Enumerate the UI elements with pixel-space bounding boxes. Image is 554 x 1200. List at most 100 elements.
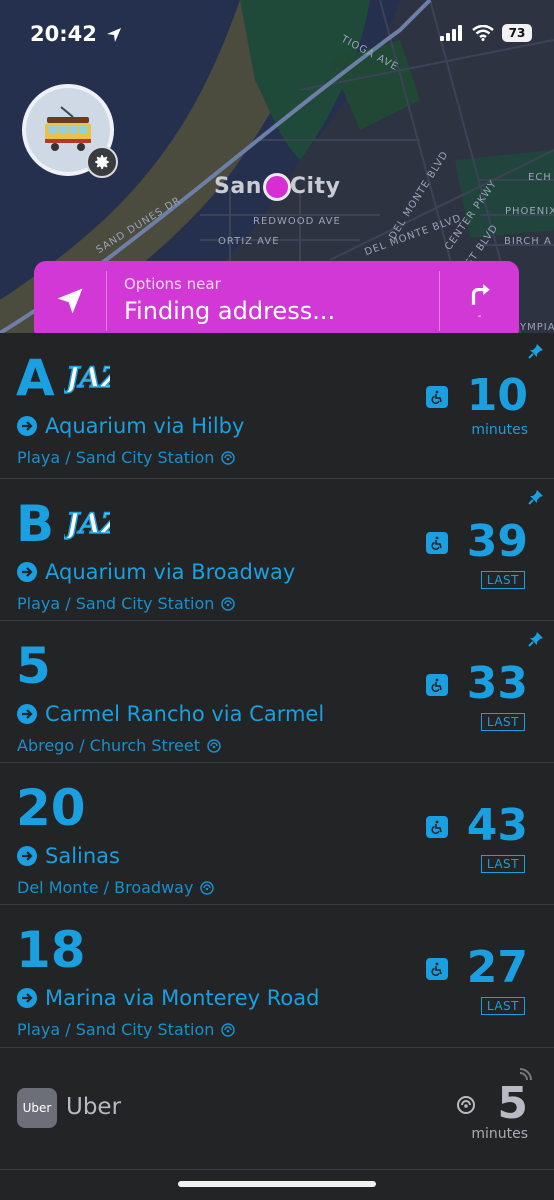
pin-icon[interactable] bbox=[528, 631, 544, 647]
pin-icon[interactable] bbox=[528, 489, 544, 505]
route-number: 5 bbox=[16, 637, 51, 695]
departure-time: 39 LAST bbox=[408, 516, 528, 596]
status-time-text: 20:42 bbox=[30, 22, 97, 46]
minutes-unit: minutes bbox=[471, 422, 528, 438]
minutes-value: 33 bbox=[466, 658, 528, 709]
location-arrow-icon bbox=[107, 28, 122, 42]
route-row[interactable]: 18 Marina via Monterey Road Playa / Sand C… bbox=[0, 905, 554, 1048]
arrow-right-icon bbox=[17, 846, 37, 866]
banner-divider bbox=[106, 271, 107, 331]
destination-text: Aquarium via Broadway bbox=[45, 560, 296, 584]
realtime-icon bbox=[200, 880, 215, 895]
uber-eta: 5 bbox=[497, 1078, 528, 1129]
route-stop: Playa / Sand City Station bbox=[17, 1020, 236, 1039]
route-destination: Salinas bbox=[17, 844, 120, 868]
route-row[interactable]: A JAZZ Aquarium via Hilby Playa / Sand City… bbox=[0, 333, 554, 479]
route-stop: Abrego / Church Street bbox=[17, 736, 222, 755]
last-badge: LAST bbox=[480, 855, 525, 873]
street-label: PHOENIX bbox=[505, 206, 554, 217]
street-label: YMPIA bbox=[520, 322, 554, 333]
last-badge: LAST bbox=[480, 997, 525, 1015]
jazz-logo: JAZZ bbox=[64, 506, 110, 541]
route-stop: Playa / Sand City Station bbox=[17, 594, 236, 613]
route-destination: Marina via Monterey Road bbox=[17, 986, 319, 1010]
realtime-icon bbox=[207, 738, 221, 753]
route-row[interactable]: 20 Salinas Del Monte / Broadway 43 LAST bbox=[0, 763, 554, 905]
street-label: ECH bbox=[528, 172, 552, 183]
route-number: B bbox=[16, 495, 55, 553]
realtime-icon bbox=[457, 1096, 475, 1114]
svg-text:JAZZ: JAZZ bbox=[64, 507, 110, 540]
wheelchair-icon bbox=[426, 674, 448, 696]
departure-time: 43 LAST bbox=[408, 800, 528, 880]
departure-time: 10 minutes bbox=[408, 370, 528, 450]
stop-text: Del Monte / Broadway bbox=[17, 878, 194, 897]
last-badge: LAST bbox=[480, 713, 525, 731]
route-row[interactable]: B JAZZ Aquarium via Broadway Playa / Sand C… bbox=[0, 479, 554, 621]
wheelchair-icon bbox=[426, 958, 448, 980]
stop-text: Playa / Sand City Station bbox=[17, 448, 215, 467]
gear-icon bbox=[95, 155, 109, 169]
options-near-label: Options near bbox=[124, 275, 221, 293]
status-time: 20:42 bbox=[30, 22, 122, 46]
route-number: 18 bbox=[16, 921, 86, 979]
route-destination: Aquarium via Broadway bbox=[17, 560, 295, 584]
uber-logo: Uber bbox=[17, 1088, 57, 1128]
locate-button[interactable] bbox=[34, 261, 106, 341]
stop-text: Playa / Sand City Station bbox=[17, 1020, 215, 1039]
route-destination: Aquarium via Hilby bbox=[17, 414, 244, 438]
wheelchair-icon bbox=[426, 386, 448, 408]
street-label: REDWOOD AVE bbox=[253, 216, 341, 227]
trolley-icon bbox=[45, 106, 91, 151]
minutes-value: 43 bbox=[466, 800, 528, 851]
pin-icon[interactable] bbox=[528, 343, 544, 359]
arrow-right-icon bbox=[17, 988, 37, 1008]
navigation-arrow-icon bbox=[57, 288, 83, 314]
home-indicator[interactable] bbox=[178, 1181, 376, 1187]
options-near-banner[interactable]: Options near Finding address... - bbox=[34, 261, 519, 341]
route-row[interactable]: 5 Carmel Rancho via Carmel Abrego / Church… bbox=[0, 621, 554, 763]
route-stop: Playa / Sand City Station bbox=[17, 448, 236, 467]
city-label-right: City bbox=[289, 174, 341, 199]
uber-name: Uber bbox=[66, 1094, 122, 1120]
arrow-right-icon bbox=[17, 562, 37, 582]
svg-text:JAZZ: JAZZ bbox=[64, 361, 110, 394]
stop-text: Abrego / Church Street bbox=[17, 736, 200, 755]
minutes-value: 27 bbox=[466, 942, 528, 993]
departure-time: 27 LAST bbox=[408, 942, 528, 1022]
battery-indicator: 73 bbox=[502, 24, 532, 42]
arrow-right-icon bbox=[17, 416, 37, 436]
uber-row[interactable]: Uber Uber 5 minutes bbox=[0, 1048, 554, 1170]
departure-time: 33 LAST bbox=[408, 658, 528, 738]
stop-text: Playa / Sand City Station bbox=[17, 594, 215, 613]
turn-right-icon bbox=[471, 283, 490, 305]
cellular-signal-icon bbox=[440, 25, 462, 41]
minutes-value: 39 bbox=[466, 516, 528, 567]
route-number: A bbox=[16, 349, 55, 407]
destination-text: Carmel Rancho via Carmel bbox=[45, 702, 325, 726]
current-location-dot bbox=[263, 173, 291, 201]
destination-text: Salinas bbox=[45, 844, 120, 868]
address-text: Finding address... bbox=[124, 297, 336, 325]
directions-button[interactable]: - bbox=[440, 261, 519, 341]
route-number: 20 bbox=[16, 779, 86, 837]
arrow-right-icon bbox=[17, 704, 37, 724]
last-badge: LAST bbox=[480, 571, 525, 589]
realtime-icon bbox=[221, 450, 236, 465]
street-label: ORTIZ AVE bbox=[218, 236, 280, 247]
minutes-value: 10 bbox=[466, 370, 528, 421]
uber-eta-unit: minutes bbox=[471, 1126, 528, 1142]
city-label-left: San bbox=[214, 174, 262, 199]
wifi-icon bbox=[472, 25, 494, 41]
destination-text: Marina via Monterey Road bbox=[45, 986, 320, 1010]
route-stop: Del Monte / Broadway bbox=[17, 878, 215, 897]
wheelchair-icon bbox=[426, 816, 448, 838]
directions-subtext: - bbox=[477, 310, 482, 322]
wheelchair-icon bbox=[426, 532, 448, 554]
settings-button[interactable] bbox=[86, 146, 118, 178]
status-indicators: 73 bbox=[440, 24, 532, 42]
realtime-icon bbox=[221, 596, 236, 611]
street-label: BIRCH A bbox=[504, 236, 552, 247]
realtime-icon bbox=[221, 1022, 236, 1037]
destination-text: Aquarium via Hilby bbox=[45, 414, 245, 438]
